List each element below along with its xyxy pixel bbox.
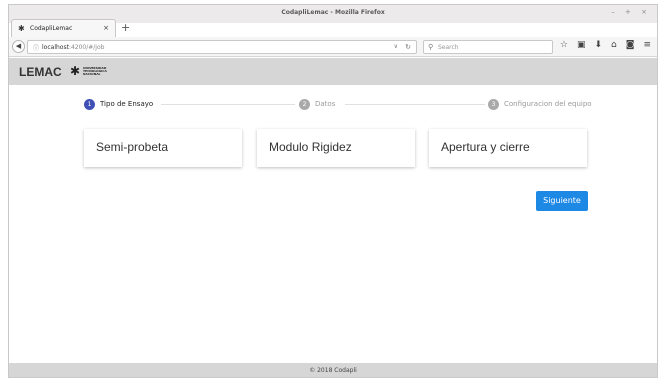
step-configuracion[interactable]: 3 Configuracion del equipo bbox=[488, 98, 592, 110]
card-label: Modulo Rigidez bbox=[269, 140, 352, 154]
logo-text: UNIVERSIDAD TECNOLÓGICA NACIONAL bbox=[83, 66, 107, 76]
home-icon[interactable]: ⌂ bbox=[611, 40, 617, 50]
menu-icon[interactable]: ≡ bbox=[643, 40, 651, 50]
clipboard-icon[interactable]: ▣ bbox=[577, 40, 586, 50]
search-icon: ⚲ bbox=[428, 43, 434, 51]
back-arrow-icon[interactable]: ◀ bbox=[12, 40, 25, 53]
card-semi-probeta[interactable]: Semi-probeta bbox=[84, 129, 242, 167]
step-number: 3 bbox=[488, 98, 499, 110]
favicon-icon: ✱ bbox=[18, 24, 25, 33]
utn-logo: ✱ UNIVERSIDAD TECNOLÓGICA NACIONAL bbox=[70, 64, 110, 79]
footer: © 2018 Codapli bbox=[9, 363, 657, 377]
step-connector bbox=[161, 104, 295, 105]
next-button[interactable]: Siguiente bbox=[536, 191, 588, 211]
utn-logo-icon: ✱ bbox=[70, 64, 81, 78]
download-icon[interactable]: ⬇ bbox=[594, 40, 602, 50]
step-datos[interactable]: 2 Datos bbox=[299, 98, 335, 110]
brand-title: LEMAC bbox=[19, 65, 62, 79]
step-label: Configuracion del equipo bbox=[504, 100, 592, 108]
url-text: localhost:4200/#/job bbox=[42, 44, 104, 51]
stepper: 1 Tipo de Ensayo 2 Datos 3 Configuracion… bbox=[9, 85, 657, 130]
card-label: Semi-probeta bbox=[96, 140, 169, 154]
url-host: localhost bbox=[42, 44, 69, 51]
browser-tab[interactable]: ✱ CodapliLemac × bbox=[11, 19, 116, 37]
card-apertura-y-cierre[interactable]: Apertura y cierre bbox=[429, 129, 587, 167]
browser-window: CodapliLemac - Mozilla Firefox – + × ✱ C… bbox=[8, 4, 658, 378]
url-path: :4200/#/job bbox=[68, 44, 105, 51]
window-controls[interactable]: – + × bbox=[611, 8, 651, 16]
reload-icon[interactable]: ↻ bbox=[405, 43, 411, 51]
pocket-icon[interactable]: ◙ bbox=[626, 40, 635, 50]
footer-copyright: © 2018 Codapli bbox=[309, 367, 357, 374]
step-connector bbox=[345, 104, 485, 105]
search-bar[interactable]: ⚲ Search bbox=[423, 40, 553, 54]
card-modulo-rigidez[interactable]: Modulo Rigidez bbox=[257, 129, 415, 167]
toolbar-icons: ☆ ▣ ⬇ ⌂ ◙ ≡ bbox=[560, 40, 651, 50]
url-bar[interactable]: ⓘ localhost:4200/#/job ∨ ↻ bbox=[27, 40, 417, 54]
step-label: Tipo de Ensayo bbox=[100, 100, 154, 108]
search-placeholder: Search bbox=[438, 44, 459, 51]
card-label: Apertura y cierre bbox=[441, 140, 530, 154]
step-number: 1 bbox=[84, 98, 95, 110]
app-header: LEMAC ✱ UNIVERSIDAD TECNOLÓGICA NACIONAL bbox=[9, 58, 657, 85]
step-number: 2 bbox=[299, 98, 310, 110]
tab-close-icon[interactable]: × bbox=[103, 24, 109, 32]
navigation-bar: ◀ ⓘ localhost:4200/#/job ∨ ↻ ⚲ Search ☆ … bbox=[9, 37, 657, 57]
window-title: CodapliLemac - Mozilla Firefox bbox=[281, 9, 385, 16]
tab-label: CodapliLemac bbox=[30, 25, 73, 32]
bookmark-star-icon[interactable]: ☆ bbox=[560, 40, 568, 50]
chevron-down-icon[interactable]: ∨ bbox=[394, 43, 398, 50]
step-tipo-de-ensayo[interactable]: 1 Tipo de Ensayo bbox=[84, 98, 153, 110]
new-tab-button[interactable]: + bbox=[121, 21, 130, 34]
step-label: Datos bbox=[315, 100, 336, 108]
info-icon[interactable]: ⓘ bbox=[33, 43, 39, 52]
